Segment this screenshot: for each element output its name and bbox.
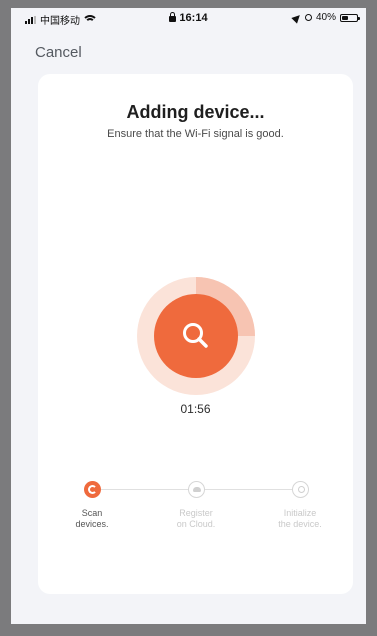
step-label: Scan devices. [47, 508, 137, 530]
scanner-core [154, 294, 238, 378]
adding-device-card: Adding device... Ensure that the Wi-Fi s… [38, 74, 353, 594]
initialize-icon [291, 481, 309, 498]
page-subtitle: Ensure that the Wi-Fi signal is good. [107, 128, 284, 140]
countdown-timer: 01:56 [180, 402, 211, 416]
step-register-cloud: Register on Cloud. [151, 481, 241, 530]
cancel-button[interactable]: Cancel [35, 44, 82, 61]
phone-screen: 中国移动 16:14 40% Cancel Adding device... E… [11, 8, 366, 624]
step-initialize-device: Initialize the device. [255, 481, 345, 530]
page-title: Adding device... [126, 102, 265, 122]
scan-icon [83, 481, 101, 498]
battery-icon [340, 13, 360, 22]
status-time: 16:14 [179, 12, 208, 24]
step-scan-devices: Scan devices. [47, 481, 137, 530]
scanning-progress-indicator [137, 277, 255, 395]
step-label-line: Initialize [283, 508, 317, 518]
step-label-line: on Cloud. [176, 519, 216, 529]
alarm-icon [304, 14, 312, 21]
status-right: 40% [291, 11, 360, 24]
step-label-line: Register [179, 508, 213, 518]
step-label: Register on Cloud. [151, 508, 241, 530]
status-bar: 中国移动 16:14 40% [11, 8, 366, 30]
battery-percent: 40% [315, 12, 336, 23]
cloud-icon [187, 481, 205, 498]
step-label-line: the device. [278, 519, 322, 529]
lock-icon [169, 12, 177, 22]
location-icon [291, 11, 303, 24]
battery-fill [342, 15, 348, 20]
step-label: Initialize the device. [255, 508, 345, 530]
step-label-line: devices. [75, 519, 109, 529]
step-label-line: Scan [81, 508, 103, 518]
